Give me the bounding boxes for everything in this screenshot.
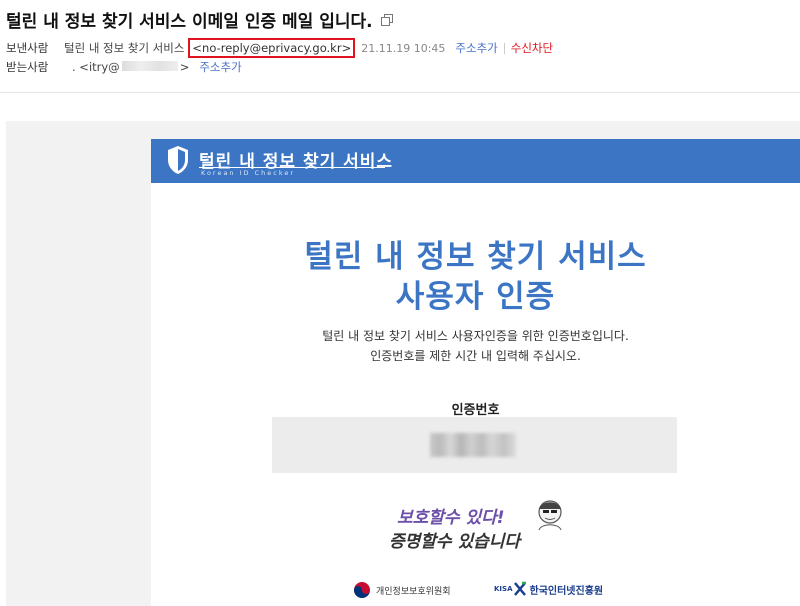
sender-email[interactable]: <no-reply@eprivacy.go.kr>	[188, 38, 356, 58]
copy-icon[interactable]	[380, 13, 393, 26]
received-date: 21.11.19 10:45	[361, 41, 446, 55]
sender-name[interactable]: 털린 내 정보 찾기 서비스	[64, 40, 184, 56]
org2-name: 한국인터넷진흥원	[529, 585, 604, 597]
recipient-suffix: >	[179, 60, 190, 74]
character-illustration	[533, 497, 567, 535]
shield-icon	[167, 145, 189, 179]
verification-code-box	[272, 417, 677, 473]
service-banner: 털린 내 정보 찾기 서비스 Korean ID Checker	[151, 139, 800, 183]
kisa-mark-icon	[513, 581, 526, 596]
main-title-line2: 사용자 인증	[395, 279, 556, 315]
mail-card: 털린 내 정보 찾기 서비스 Korean ID Checker 털린 내 정보…	[151, 139, 800, 606]
slogan-line1: 보호할수 있다!	[397, 508, 505, 528]
kisa-logo: KISA 한국인터넷진흥원	[494, 581, 603, 597]
verification-code-redacted	[430, 433, 516, 457]
taegeuk-icon	[354, 582, 370, 598]
slogan-line2: 증명할수 있습니다	[389, 532, 521, 552]
footer-logos: 개인정보보호위원회 KISA 한국인터넷진흥원	[151, 575, 800, 605]
block-sender-link[interactable]: 수신차단	[511, 40, 553, 56]
main-title: 털린 내 정보 찾기 서비스 사용자 인증	[151, 237, 800, 317]
banner-underline	[199, 167, 385, 168]
to-label: 받는사람	[6, 60, 49, 74]
description-line1: 털린 내 정보 찾기 서비스 사용자인증을 위한 인증번호입니다.	[322, 329, 629, 343]
org1-name: 개인정보보호위원회	[376, 586, 451, 597]
description: 털린 내 정보 찾기 서비스 사용자인증을 위한 인증번호입니다. 인증번호를 …	[151, 326, 800, 366]
code-label: 인증번호	[451, 403, 500, 418]
slogan: 보호할수 있다! 증명할수 있습니다	[389, 497, 569, 557]
kisa-abbrev: KISA	[494, 585, 513, 593]
to-row: 받는사람 . <itry@ > 주소추가	[6, 59, 242, 75]
recipient-address[interactable]: . <itry@ >	[72, 60, 189, 74]
add-contact-from-link[interactable]: 주소추가	[455, 40, 497, 56]
header-divider	[0, 92, 800, 93]
banner-subtitle: Korean ID Checker	[201, 169, 296, 177]
recipient-redacted	[121, 61, 178, 71]
email-subject: 털린 내 정보 찾기 서비스 이메일 인증 메일 입니다.	[6, 7, 393, 32]
main-title-line1: 털린 내 정보 찾기 서비스	[304, 239, 647, 275]
pipc-logo: 개인정보보호위원회	[353, 581, 451, 599]
description-line2: 인증번호를 제한 시간 내 입력해 주십시오.	[370, 349, 581, 363]
from-row: 보낸사람 털린 내 정보 찾기 서비스 <no-reply@eprivacy.g…	[6, 38, 553, 58]
from-label: 보낸사람	[6, 41, 49, 55]
subject-text: 털린 내 정보 찾기 서비스 이메일 인증 메일 입니다.	[6, 12, 373, 32]
divider	[503, 42, 505, 54]
add-contact-to-link[interactable]: 주소추가	[199, 59, 241, 75]
recipient-prefix: . <itry@	[72, 60, 120, 74]
